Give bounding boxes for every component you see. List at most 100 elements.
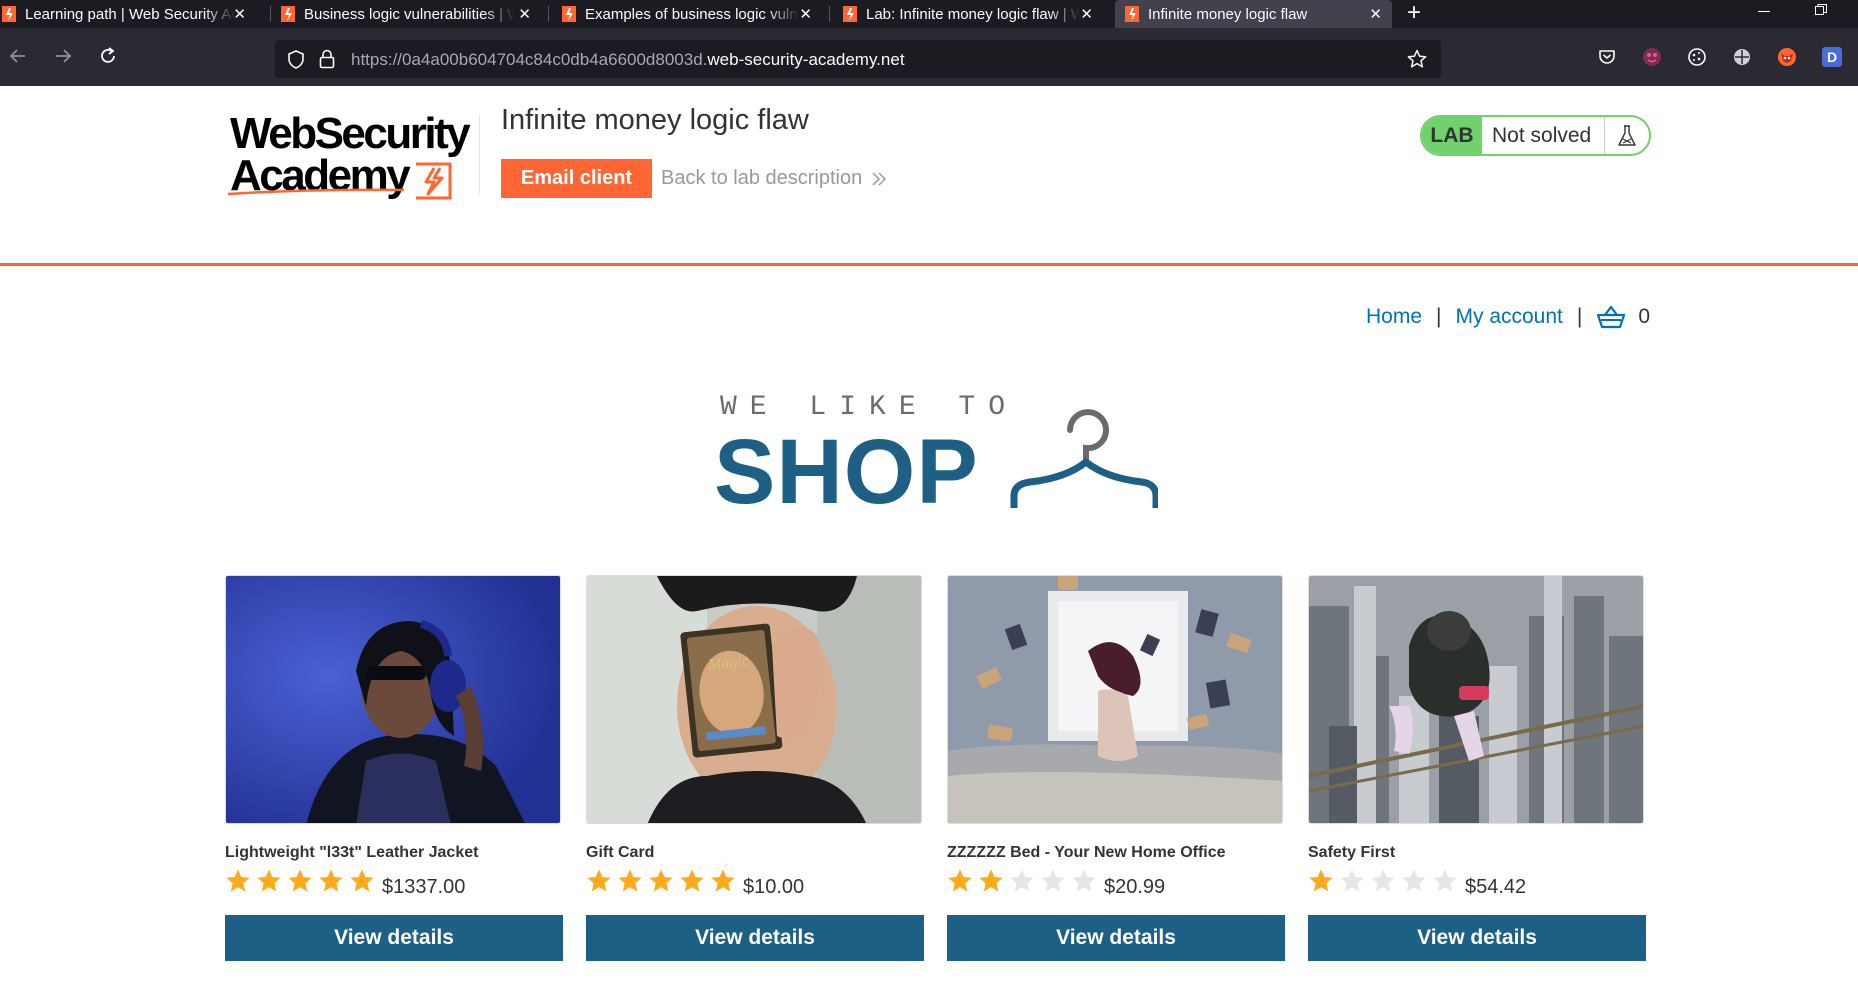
product-image[interactable] (1308, 575, 1644, 824)
shopping-basket-icon[interactable] (1596, 305, 1626, 329)
star-empty-icon (1072, 869, 1096, 892)
star-filled-icon (350, 869, 374, 892)
browser-tab[interactable]: Lab: Infinite money logic flaw | Web Sec… (843, 0, 1099, 28)
my-account-link[interactable]: My account (1456, 305, 1563, 329)
portswigger-favicon-icon (843, 6, 857, 22)
extension-icon[interactable] (1732, 47, 1752, 67)
star-filled-icon (618, 869, 642, 892)
logo-line1: WebSecurity (230, 109, 471, 158)
reload-icon[interactable] (94, 42, 122, 70)
magic-card-photo: Magic (587, 576, 921, 823)
back-to-lab-description-link[interactable]: Back to lab description (661, 167, 887, 190)
close-tab-icon[interactable]: ✕ (233, 5, 246, 23)
close-tab-icon[interactable]: ✕ (1369, 5, 1382, 23)
address-bar[interactable]: https://0a4a00b604704c84c0db4a6600d8003d… (275, 40, 1441, 78)
close-tab-icon[interactable]: ✕ (518, 5, 531, 23)
star-empty-icon (1010, 869, 1034, 892)
banner-tagline: WE LIKE TO (720, 392, 1019, 423)
svg-text:D: D (1827, 49, 1837, 65)
tab-title: Infinite money logic flaw (1148, 5, 1308, 23)
browser-tab[interactable]: Learning path | Web Security Academy ✕ (0, 0, 254, 28)
logo-swoosh-icon (227, 188, 405, 196)
view-details-button[interactable]: View details (1308, 915, 1646, 961)
flask-icon-box (1604, 117, 1649, 154)
product-price: $10.00 (743, 876, 805, 898)
tracking-shield-icon[interactable] (287, 50, 305, 69)
star-empty-icon (1402, 869, 1426, 892)
nav-separator: | (1436, 305, 1442, 328)
star-filled-icon (257, 869, 281, 892)
tab-title: Examples of business logic vulnerabiliti… (585, 5, 799, 23)
star-empty-icon (1371, 869, 1395, 892)
product-image[interactable] (947, 575, 1283, 824)
star-filled-icon (979, 869, 1003, 892)
tab-separator (548, 6, 549, 22)
portswigger-favicon-icon (562, 6, 576, 22)
product-image[interactable] (225, 575, 561, 824)
pocket-icon[interactable] (1597, 47, 1617, 67)
lab-title: Infinite money logic flaw (501, 104, 809, 136)
star-rating (947, 867, 1102, 895)
url-domain: web-security-academy.net (707, 50, 905, 69)
close-tab-icon[interactable]: ✕ (1080, 5, 1093, 23)
bookmark-star-icon[interactable] (1407, 49, 1427, 69)
minimize-window-icon[interactable] (1758, 11, 1770, 12)
nav-separator: | (1576, 305, 1583, 328)
star-filled-icon (711, 869, 735, 892)
star-filled-icon (226, 869, 250, 892)
new-tab-icon[interactable]: + (1407, 1, 1421, 25)
portswigger-favicon-icon (2, 6, 16, 22)
browser-toolbar: https://0a4a00b604704c84c0db4a6600d8003d… (0, 28, 1858, 86)
tightrope-city-photo (1309, 576, 1643, 823)
lab-badge: LAB (1422, 117, 1482, 154)
product-name: Lightweight "l33t" Leather Jacket (225, 844, 479, 861)
star-filled-icon (587, 869, 611, 892)
lab-status-widget: LAB Not solved (1420, 115, 1651, 156)
product-name: Safety First (1308, 844, 1396, 861)
browser-tab-active[interactable]: Infinite money logic flaw ✕ (1115, 0, 1392, 28)
star-filled-icon (948, 869, 972, 892)
product-name: Gift Card (586, 844, 655, 861)
product-price: $1337.00 (382, 876, 466, 898)
lab-header: WebSecurity Academy Infinite money logic… (0, 86, 1858, 266)
url-text[interactable]: https://0a4a00b604704c84c0db4a6600d8003d… (351, 50, 905, 70)
star-empty-icon (1041, 869, 1065, 892)
d-extension-icon[interactable]: D (1822, 47, 1842, 67)
cookie-icon[interactable] (1687, 47, 1707, 67)
view-details-button[interactable]: View details (225, 915, 563, 961)
tab-separator (829, 6, 830, 22)
banner-headline: SHOP (714, 421, 979, 523)
view-details-button[interactable]: View details (947, 915, 1285, 961)
product-price: $20.99 (1104, 876, 1166, 898)
restore-window-icon[interactable] (1815, 4, 1827, 15)
browser-tab-bar: Learning path | Web Security Academy ✕ B… (0, 0, 1858, 28)
url-prefix: https://0a4a00b604704c84c0db4a6600d8003d… (351, 50, 708, 69)
tab-title: Learning path | Web Security Academy (25, 5, 235, 23)
clothes-hanger-icon (1010, 409, 1158, 508)
home-link[interactable]: Home (1366, 305, 1422, 329)
browser-tab[interactable]: Business logic vulnerabilities | Web Sec… (281, 0, 537, 28)
extension-icon[interactable] (1642, 47, 1662, 67)
email-client-button[interactable]: Email client (501, 159, 652, 198)
star-empty-icon (1433, 869, 1457, 892)
tab-title: Lab: Infinite money logic flaw | Web Sec… (866, 5, 1080, 23)
forward-arrow-icon[interactable] (49, 42, 77, 70)
back-link-label: Back to lab description (661, 167, 863, 189)
browser-tab[interactable]: Examples of business logic vulnerabiliti… (562, 0, 818, 28)
product-image[interactable]: Magic (586, 575, 922, 824)
lock-icon[interactable] (319, 49, 335, 69)
logo-bolt-icon (416, 162, 452, 200)
portswigger-favicon-icon (281, 6, 295, 22)
woman-headphones-photo (226, 576, 560, 823)
header-divider (479, 114, 480, 194)
web-security-academy-logo[interactable]: WebSecurity Academy (226, 112, 476, 208)
fox-extension-icon[interactable] (1777, 47, 1797, 67)
close-tab-icon[interactable]: ✕ (799, 5, 812, 23)
tab-separator (270, 6, 271, 22)
star-rating (586, 867, 741, 895)
view-details-button[interactable]: View details (586, 915, 924, 961)
shop-navigation: Home | My account | 0 (1366, 303, 1650, 331)
back-arrow-icon[interactable] (4, 42, 32, 70)
star-filled-icon (680, 869, 704, 892)
star-filled-icon (319, 869, 343, 892)
